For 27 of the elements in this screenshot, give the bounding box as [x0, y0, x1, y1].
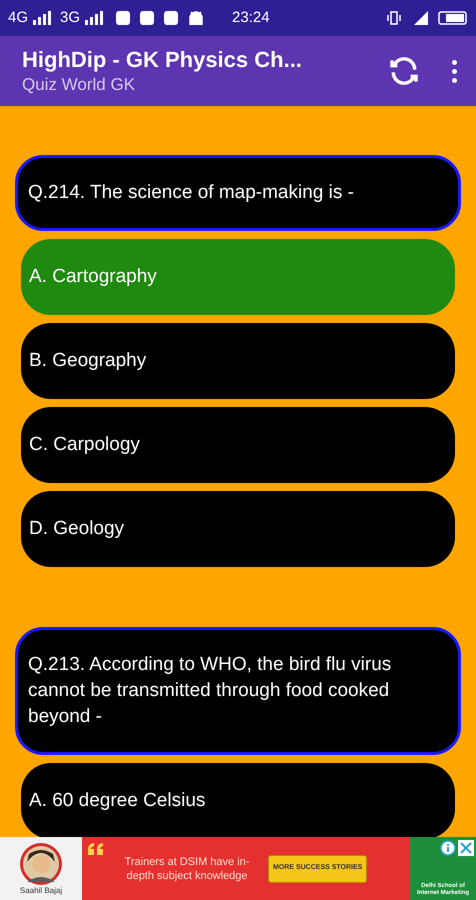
network-label: 4G [8, 8, 28, 28]
notification-icon [164, 11, 178, 25]
answer-option[interactable]: A. Cartography [21, 239, 455, 315]
question-text: Q.214. The science of map-making is - [28, 182, 354, 203]
signal-icon [32, 11, 52, 25]
notification-icon [116, 11, 130, 25]
answer-option[interactable]: D. Geology [21, 491, 455, 567]
info-icon [440, 840, 456, 856]
answer-option[interactable]: A. 60 degree Celsius [21, 763, 455, 839]
clock: 23:24 [232, 8, 270, 28]
vibrate-icon [386, 11, 402, 25]
ad-message: Trainers at DSIM have in-depth subject knowledge [124, 854, 250, 882]
battery-icon [438, 11, 468, 25]
notification-icon [140, 11, 154, 25]
quote-icon [88, 843, 104, 855]
refresh-icon [388, 55, 420, 87]
android-icon [188, 11, 204, 25]
app-title: HighDip - GK Physics Ch... [22, 46, 303, 74]
answer-option[interactable]: B. Geography [21, 323, 455, 399]
signal-icon [84, 11, 104, 25]
network-label: 3G [60, 8, 80, 28]
person-name: Saahil Bajaj [20, 886, 62, 896]
signal-icon [412, 11, 430, 25]
question-text: Q.213. According to WHO, the bird flu virus cannot be transmitted through food cooked beyond - [28, 654, 392, 727]
answer-option[interactable]: C. Carpology [21, 407, 455, 483]
close-icon[interactable] [458, 840, 474, 856]
app-subtitle: Quiz World GK [22, 74, 136, 96]
